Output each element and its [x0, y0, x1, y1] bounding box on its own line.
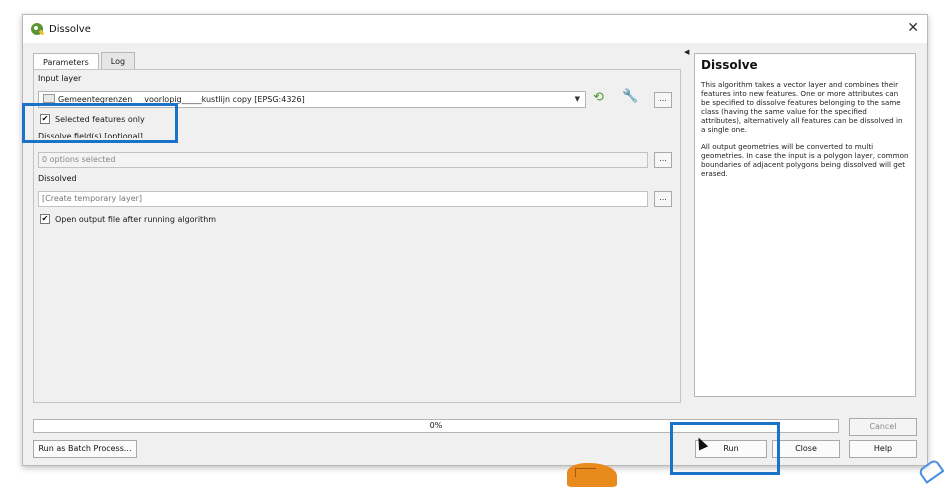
layer-icon [43, 94, 55, 103]
help-title: Dissolve [701, 58, 758, 72]
dissolve-dialog: Dissolve ✕ Parameters Log Input layer Ge… [22, 14, 928, 466]
help-panel: Dissolve This algorithm takes a vector l… [694, 53, 916, 397]
help-button[interactable]: Help [849, 440, 917, 458]
title-bar: Dissolve ✕ [23, 15, 927, 43]
input-layer-browse-button[interactable]: ... [654, 92, 672, 108]
selected-features-highlight [22, 103, 178, 143]
checkbox-box[interactable]: ✔ [40, 214, 50, 224]
help-paragraph-2: All output geometries will be converted … [701, 142, 909, 178]
dissolved-output-input[interactable]: [Create temporary layer] [38, 191, 648, 207]
run-button-highlight [670, 422, 780, 475]
tab-bar: Parameters Log [33, 52, 137, 71]
open-output-checkbox[interactable]: ✔ Open output file after running algorit… [40, 214, 216, 224]
close-button[interactable]: Close [772, 440, 840, 458]
open-output-label: Open output file after running algorithm [55, 214, 217, 224]
map-preview [567, 463, 617, 487]
input-layer-label: Input layer [38, 74, 82, 83]
iterate-icon[interactable]: ⟲ [593, 90, 604, 105]
dissolved-label: Dissolved [38, 174, 77, 183]
wrench-icon[interactable]: 🔧 [622, 89, 638, 104]
window-title: Dissolve [49, 23, 91, 35]
tab-log[interactable]: Log [100, 52, 136, 70]
run-batch-button[interactable]: Run as Batch Process... [33, 440, 137, 458]
dissolve-fields-button[interactable]: ... [654, 152, 672, 168]
dissolve-fields-input[interactable]: 0 options selected [38, 152, 648, 168]
help-paragraph-1: This algorithm takes a vector layer and … [701, 80, 903, 134]
close-icon[interactable]: ✕ [907, 20, 919, 36]
collapse-arrow-icon[interactable]: ◀ [684, 48, 689, 56]
cancel-button[interactable]: Cancel [849, 418, 917, 436]
dissolved-output-button[interactable]: ... [654, 191, 672, 207]
qgis-logo-icon [31, 23, 43, 35]
chevron-down-icon[interactable]: ▼ [575, 92, 580, 107]
